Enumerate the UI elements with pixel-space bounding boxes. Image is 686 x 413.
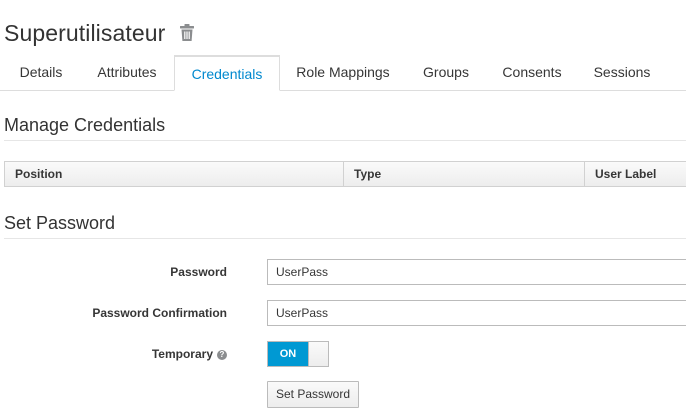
toggle-knob <box>308 342 328 366</box>
tab-groups[interactable]: Groups <box>410 55 482 90</box>
password-confirmation-label: Password Confirmation <box>92 306 227 320</box>
tab-credentials[interactable]: Credentials <box>174 55 280 91</box>
divider <box>4 140 686 141</box>
temporary-label: Temporary <box>151 347 213 361</box>
trash-icon[interactable] <box>179 24 195 42</box>
tab-consents[interactable]: Consents <box>490 55 574 90</box>
title-row: Superutilisateur <box>4 16 195 50</box>
tab-sessions[interactable]: Sessions <box>582 55 662 90</box>
credentials-table-header: Position Type User Label <box>4 161 686 187</box>
divider <box>4 238 686 239</box>
column-header-position[interactable]: Position <box>5 162 343 186</box>
tab-bar: Details Attributes Credentials Role Mapp… <box>0 55 686 91</box>
temporary-label-group: Temporary? <box>152 347 227 361</box>
set-password-button[interactable]: Set Password <box>267 381 359 408</box>
user-credentials-page: Superutilisateur Details Attributes Cred… <box>0 0 686 413</box>
tab-attributes[interactable]: Attributes <box>84 55 170 90</box>
manage-credentials-title: Manage Credentials <box>4 115 166 135</box>
column-header-user-label[interactable]: User Label <box>584 162 686 186</box>
question-circle-icon[interactable]: ? <box>217 350 227 360</box>
temporary-toggle[interactable]: ON <box>267 341 329 367</box>
password-field[interactable] <box>267 259 686 285</box>
column-header-type[interactable]: Type <box>343 162 584 186</box>
page-title: Superutilisateur <box>4 19 166 46</box>
tab-role-mappings[interactable]: Role Mappings <box>284 55 402 90</box>
toggle-on-label: ON <box>268 342 308 366</box>
tab-details[interactable]: Details <box>8 55 74 90</box>
password-confirmation-field[interactable] <box>267 300 686 326</box>
set-password-title: Set Password <box>4 213 116 233</box>
password-label: Password <box>170 265 227 279</box>
